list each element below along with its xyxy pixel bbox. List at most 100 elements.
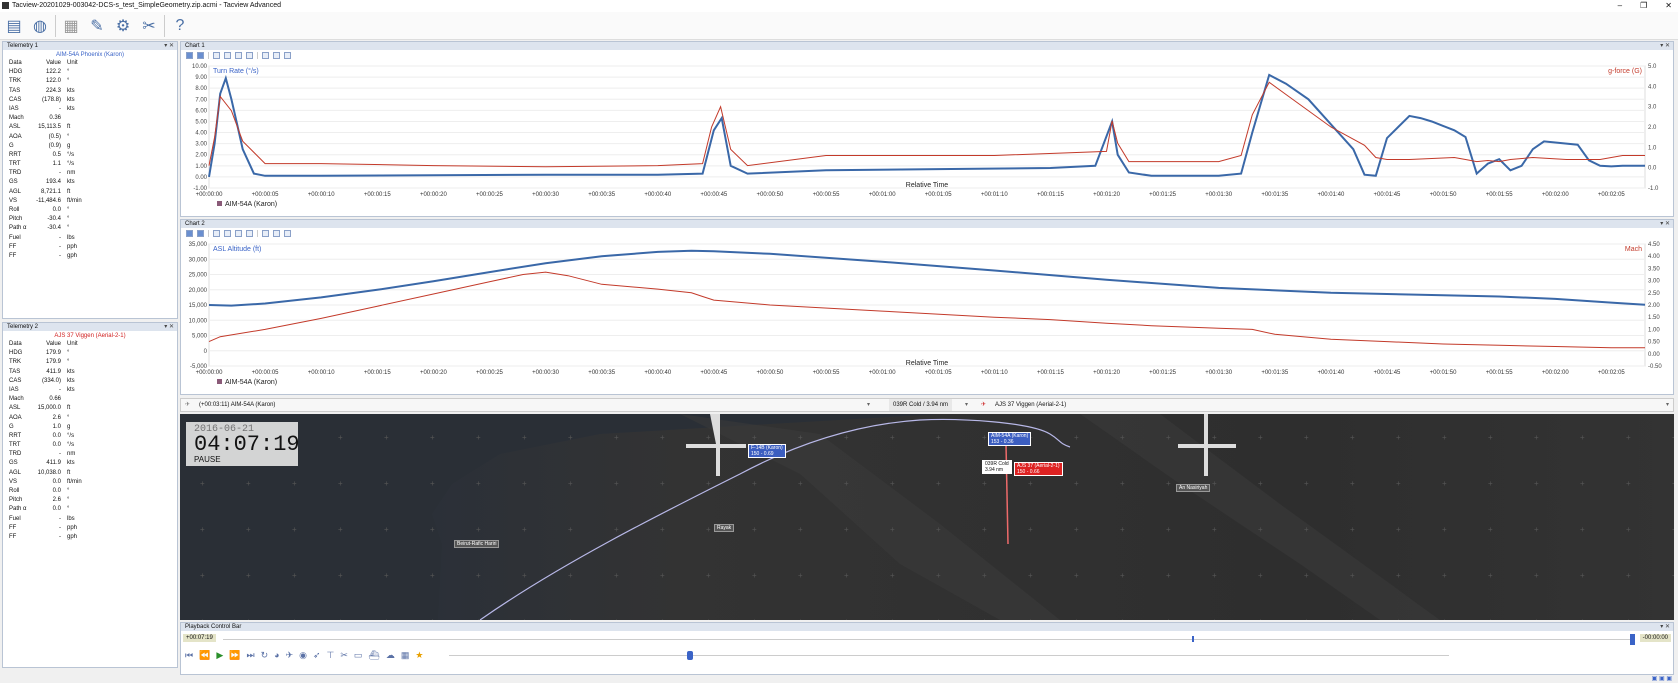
- zoom-out-icon[interactable]: [273, 51, 280, 59]
- camera-icon[interactable]: ◕: [274, 650, 279, 660]
- chart-1-plot[interactable]: 10.00 9.00 8.00 7.00 6.00 5.00 4.00 3.00 2.00 1.0…: [181, 60, 1673, 216]
- data-value: 0.0: [52, 432, 61, 439]
- chart-add-icon[interactable]: [246, 229, 253, 237]
- zoom-fit-icon[interactable]: [262, 229, 269, 237]
- label-aim54[interactable]: AIM-54A (Karon) 153 - 0.36: [988, 432, 1032, 446]
- zoom-in-icon[interactable]: [284, 51, 291, 59]
- close-button[interactable]: ✕: [1665, 0, 1672, 12]
- weather-icon[interactable]: ☁: [386, 650, 395, 661]
- play-icon[interactable]: ▶: [216, 650, 223, 661]
- y-right-tick: 5.0: [1648, 64, 1657, 70]
- tools-icon[interactable]: ✂: [340, 650, 348, 661]
- document-icon[interactable]: ▦: [60, 15, 82, 37]
- star-icon[interactable]: ★: [415, 650, 423, 661]
- restore-button[interactable]: ❐: [1640, 0, 1647, 12]
- right-object-select[interactable]: AJS 37 Viggen (Aerial-2-1): [995, 399, 1066, 411]
- data-unit: °: [67, 350, 70, 357]
- label-mode-icon[interactable]: ⊤: [327, 650, 335, 661]
- telemetry-row: ASL 15,000.0 ft: [3, 404, 177, 413]
- timeline-track[interactable]: [223, 639, 1631, 640]
- label-beirut-airport[interactable]: Beirut-Rafic Hariri: [454, 540, 500, 548]
- minimize-button[interactable]: –: [1618, 0, 1622, 12]
- chart-add-icon[interactable]: [224, 229, 231, 237]
- data-value: 122.0: [45, 78, 61, 85]
- 3d-view[interactable]: + 2016-06-21 04:07:19 PAUSE F-14B (Karon…: [180, 414, 1674, 620]
- panel-pin-close[interactable]: ▾ ✕: [1660, 623, 1670, 631]
- label-ajs37[interactable]: AJS 37 (Aerial-2-1) 150 - 0.66: [1014, 462, 1063, 476]
- layers-icon[interactable]: ▦: [401, 650, 410, 661]
- remaining-time: -00:00:00: [1639, 634, 1671, 642]
- data-label: Fuel: [9, 234, 21, 241]
- x-tick: +00:01:45: [1374, 192, 1402, 198]
- x-tick: +00:00:35: [588, 192, 616, 198]
- x-tick: +00:00:35: [588, 370, 616, 376]
- telemetry-1-object[interactable]: AIM-54A Phoenix (Karon): [3, 51, 177, 59]
- first-frame-icon[interactable]: ⏮: [185, 650, 193, 661]
- display-icon[interactable]: ▭: [354, 650, 363, 661]
- zoom-in-icon[interactable]: [284, 229, 291, 237]
- step-forward-icon[interactable]: ⏩: [229, 650, 240, 661]
- notepad-icon[interactable]: ✎: [86, 15, 108, 37]
- y-left-tick: 8.00: [195, 86, 207, 92]
- chart-add-icon[interactable]: [224, 51, 231, 59]
- chart-mode-icon[interactable]: [197, 229, 204, 237]
- zoom-fit-icon[interactable]: [262, 51, 269, 59]
- chart-2-plot[interactable]: 35,000 30,000 25,000 20,000 15,000 10,000 5,00…: [181, 238, 1673, 394]
- chevron-down-icon[interactable]: ▾: [965, 399, 968, 411]
- chart-mode-icon[interactable]: [186, 51, 193, 59]
- speed-slider-thumb[interactable]: [687, 651, 694, 660]
- chart-1-toolbar: [181, 50, 1673, 60]
- data-label: TRK: [9, 359, 21, 366]
- data-label: RRT: [9, 432, 22, 439]
- data-unit: °: [67, 488, 70, 494]
- loop-icon[interactable]: ↻: [261, 650, 269, 661]
- label-bra: 039R Cold 3.94 nm: [982, 460, 1012, 474]
- data-unit: °/s: [67, 161, 75, 168]
- settings-icon[interactable]: ⚙: [112, 15, 134, 37]
- zoom-out-icon[interactable]: [273, 229, 280, 237]
- chart-mode-icon[interactable]: [186, 229, 193, 237]
- save-icon[interactable]: ▤: [3, 15, 25, 37]
- status-icons[interactable]: ▣ ▣ ▣: [1652, 675, 1672, 682]
- data-value: 122.2: [45, 69, 61, 76]
- left-object-select[interactable]: (+00:03:11) AIM-54A (Karon): [199, 399, 275, 411]
- last-frame-icon[interactable]: ⏭: [246, 650, 254, 661]
- panel-pin-close[interactable]: ▾ ✕: [1660, 42, 1670, 50]
- view-mode-icon[interactable]: ◉: [299, 650, 307, 661]
- timeline-marker[interactable]: [1191, 636, 1194, 642]
- globe-icon[interactable]: ◍: [29, 15, 51, 37]
- chart-add-icon[interactable]: [235, 51, 242, 59]
- telemetry-2-object[interactable]: AJS 37 Viggen (Aerial-2-1): [3, 332, 177, 340]
- pencil-icon[interactable]: [213, 229, 220, 237]
- x-tick: +00:00:40: [644, 192, 672, 198]
- step-back-icon[interactable]: ⏪: [199, 650, 210, 661]
- legend-label: AIM-54A (Karon): [225, 201, 277, 208]
- chevron-down-icon[interactable]: ▾: [867, 399, 870, 411]
- data-label: TAS: [9, 87, 21, 94]
- chart-mode-icon[interactable]: [197, 51, 204, 59]
- chevron-down-icon[interactable]: ▾: [1666, 399, 1669, 411]
- speed-slider[interactable]: [449, 651, 1450, 660]
- panel-pin-close[interactable]: ▾ ✕: [1660, 220, 1670, 228]
- aircraft-filter-icon[interactable]: ✈: [286, 650, 294, 661]
- help-icon[interactable]: ?: [169, 15, 191, 37]
- tools-icon[interactable]: ✂: [138, 15, 160, 37]
- panel-pin-close[interactable]: ▾ ✕: [164, 323, 174, 331]
- chart-add-icon[interactable]: [246, 51, 253, 59]
- label-rayak[interactable]: Rayak: [714, 524, 735, 532]
- x-tick: +00:01:15: [1037, 192, 1065, 198]
- panel-pin-close[interactable]: ▾ ✕: [164, 42, 174, 50]
- ship-icon[interactable]: ⛴: [368, 650, 379, 661]
- data-label: AGL: [9, 188, 22, 195]
- label-f14[interactable]: F-14B (Karon) 150 - 0.69: [748, 444, 786, 458]
- x-axis-label: Relative Time: [906, 182, 949, 189]
- data-value: -: [59, 515, 61, 522]
- chart-add-icon[interactable]: [235, 229, 242, 237]
- y-right-tick: 2.0: [1648, 125, 1657, 131]
- data-unit: ft: [67, 469, 71, 476]
- label-nasiriyah[interactable]: An Nasiriyah: [1176, 484, 1211, 492]
- y-right-tick: 4.00: [1648, 254, 1660, 260]
- timeline-end-handle[interactable]: [1630, 634, 1635, 645]
- missile-filter-icon[interactable]: ➶: [313, 650, 321, 661]
- pencil-icon[interactable]: [213, 51, 220, 59]
